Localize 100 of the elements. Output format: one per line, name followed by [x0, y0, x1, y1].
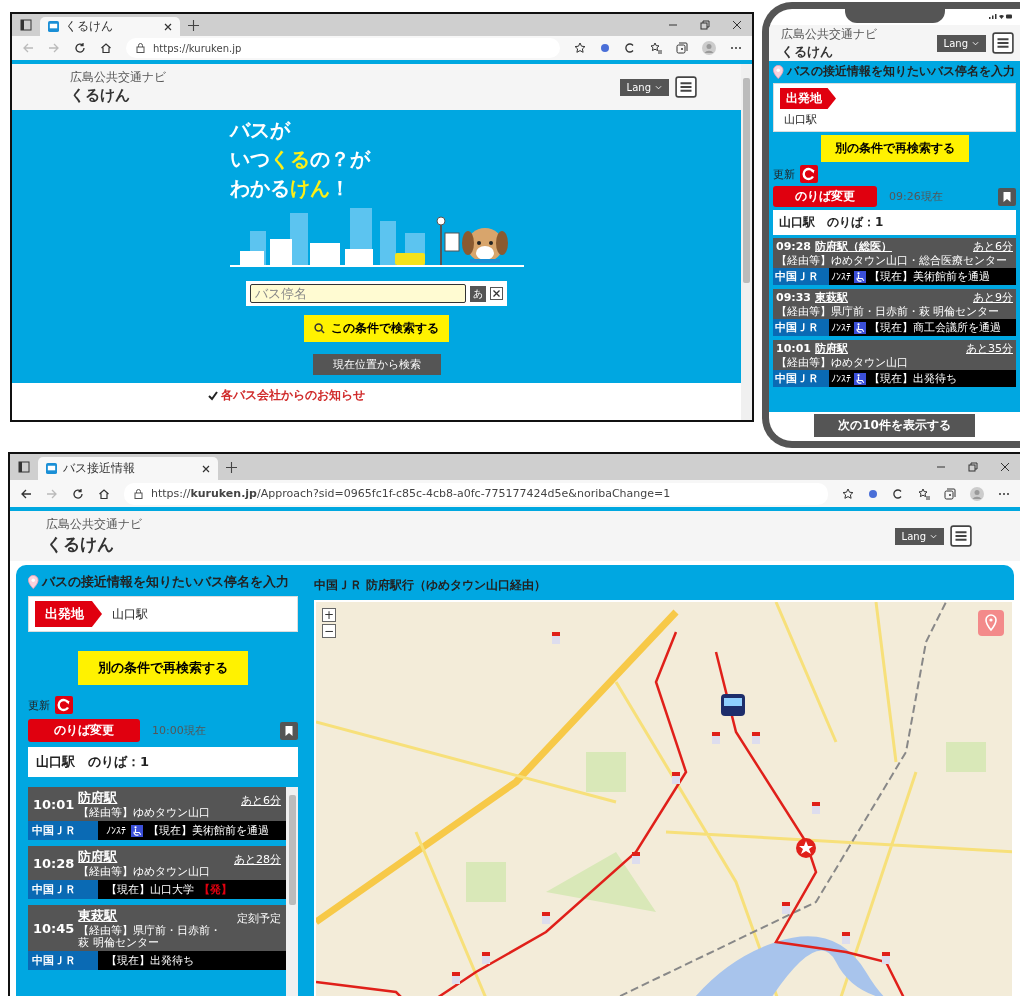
caret-icon: [655, 84, 662, 90]
profile-icon[interactable]: [970, 486, 984, 501]
browser-tab[interactable]: くるけん: [40, 17, 180, 36]
sidebar-icon[interactable]: [20, 19, 32, 31]
destination-link[interactable]: 防府駅: [78, 848, 118, 866]
sidebar-icon[interactable]: [18, 461, 30, 473]
site-logo[interactable]: くるけん: [781, 42, 877, 61]
current-location: 【現在】美術館前を通過: [148, 823, 269, 838]
stop-title: 山口駅 のりば：1: [773, 210, 1016, 235]
refresh-icon[interactable]: [55, 696, 73, 714]
departure-time: 10:01: [33, 796, 75, 812]
close-icon[interactable]: [732, 20, 742, 30]
current-location: 【現在】山口大学: [106, 882, 194, 897]
caret-icon: [972, 40, 979, 46]
collections-icon[interactable]: [676, 42, 688, 54]
search-icon: [314, 323, 325, 334]
language-button[interactable]: Lang: [936, 34, 986, 52]
refresh-icon[interactable]: [74, 42, 86, 54]
address-bar[interactable]: https://kuruken.jp/Approach?sid=0965fc1f-c85c-4cb8-a0fc-775177424d5e&noribaChange=1: [124, 482, 828, 505]
operator-label: 中国ＪＲ: [28, 821, 98, 840]
zoom-out-button[interactable]: −: [322, 624, 336, 638]
operator-label: 中国ＪＲ: [773, 319, 829, 336]
address-bar[interactable]: https://kuruken.jp: [126, 38, 560, 58]
star-add-icon[interactable]: [574, 42, 586, 54]
clear-icon[interactable]: [490, 287, 503, 300]
platform-change-button[interactable]: のりば変更: [28, 719, 140, 742]
origin-label: 出発地: [35, 601, 102, 627]
favorites-icon[interactable]: [650, 42, 662, 54]
vehicle-type: ﾉﾝｽﾃ: [106, 825, 126, 836]
destination-link[interactable]: 東萩駅: [815, 290, 848, 305]
as-of-time: 09:26現在: [889, 189, 943, 204]
hero-heading: いつ くるの？が: [229, 146, 372, 173]
site-subtitle: 広島公共交通ナビ: [781, 25, 877, 43]
refresh-icon[interactable]: [800, 165, 818, 183]
new-tab-icon[interactable]: [226, 461, 237, 473]
hero-heading: わかるけん！: [229, 175, 351, 202]
close-icon[interactable]: [202, 464, 210, 473]
caret-icon: [930, 533, 937, 539]
menu-icon[interactable]: [992, 32, 1014, 54]
departure-note-text: 【発】: [199, 882, 232, 897]
language-button[interactable]: Lang: [619, 78, 669, 96]
collections-icon[interactable]: [944, 487, 956, 500]
back-icon[interactable]: [20, 487, 32, 500]
language-button[interactable]: Lang: [894, 527, 944, 545]
via-stops: 【経由等】県庁前・日赤前・萩 明倫センター: [776, 305, 1001, 318]
destination-link[interactable]: 防府駅: [815, 341, 848, 356]
research-button[interactable]: 別の条件で再検索する: [820, 135, 969, 162]
home-icon[interactable]: [100, 42, 112, 54]
search-button[interactable]: この条件で検索する: [304, 315, 449, 342]
dot-icon[interactable]: [868, 488, 878, 499]
stop-name-input[interactable]: バス停名: [250, 284, 466, 303]
dot-icon[interactable]: [600, 43, 610, 53]
departure-time: 10:28: [33, 855, 75, 871]
operator-label: 中国ＪＲ: [773, 268, 829, 285]
platform-change-button[interactable]: のりば変更: [773, 186, 877, 207]
favorites-icon[interactable]: [918, 487, 930, 500]
research-button[interactable]: 別の条件で再検索する: [78, 651, 248, 685]
destination-link[interactable]: 防府駅: [78, 789, 118, 807]
restore-icon[interactable]: [968, 462, 978, 472]
via-stops: 【経由等】ゆめタウン山口: [78, 866, 212, 878]
restore-icon[interactable]: [700, 20, 710, 30]
bookmark-icon[interactable]: [998, 187, 1016, 206]
menu-icon[interactable]: [950, 525, 972, 547]
remaining-time[interactable]: あと6分: [973, 239, 1013, 254]
menu-icon[interactable]: [675, 76, 697, 98]
vehicle-type: ﾉﾝｽﾃ: [831, 373, 851, 384]
new-tab-icon[interactable]: [188, 19, 199, 31]
operator-label: 中国ＪＲ: [28, 951, 98, 970]
notice-link[interactable]: 各バス会社からのお知らせ: [221, 387, 365, 404]
remaining-time[interactable]: あと9分: [973, 290, 1013, 305]
remaining-time[interactable]: あと6分: [241, 793, 281, 808]
lock-icon: [136, 43, 145, 53]
close-icon[interactable]: [164, 22, 172, 31]
prompt-text: バスの接近情報を知りたいバス停名を入力: [41, 573, 289, 591]
status-icons: [988, 13, 1012, 20]
site-logo[interactable]: くるけん: [70, 86, 166, 105]
kana-button[interactable]: あ: [470, 285, 486, 302]
bookmark-icon[interactable]: [280, 721, 298, 740]
origin-field[interactable]: 出発地 山口駅: [773, 83, 1016, 132]
current-location: 【現在】出発待ち: [869, 371, 957, 386]
origin-field[interactable]: 出発地 山口駅: [28, 596, 298, 632]
scrollbar-thumb[interactable]: [743, 78, 750, 283]
destination-link[interactable]: 東萩駅: [78, 907, 118, 925]
zoom-in-button[interactable]: +: [322, 608, 336, 622]
scrollbar-thumb[interactable]: [288, 795, 296, 905]
show-more-button[interactable]: 次の10件を表示する: [814, 414, 975, 437]
profile-icon[interactable]: [702, 41, 716, 55]
more-icon[interactable]: [998, 491, 1010, 496]
remaining-time[interactable]: あと28分: [234, 852, 281, 867]
close-icon[interactable]: [1000, 462, 1010, 472]
site-logo[interactable]: くるけん: [46, 533, 142, 556]
destination-link[interactable]: 防府駅（総医）: [815, 239, 892, 254]
star-add-icon[interactable]: [842, 487, 854, 500]
remaining-time[interactable]: あと35分: [966, 341, 1013, 356]
home-icon[interactable]: [98, 487, 110, 500]
location-search-button[interactable]: 現在位置から検索: [312, 354, 441, 375]
refresh-icon[interactable]: [72, 487, 84, 500]
site-subtitle: 広島公共交通ナビ: [70, 69, 166, 86]
more-icon[interactable]: [730, 46, 742, 50]
browser-tab[interactable]: バス接近情報: [38, 457, 218, 480]
